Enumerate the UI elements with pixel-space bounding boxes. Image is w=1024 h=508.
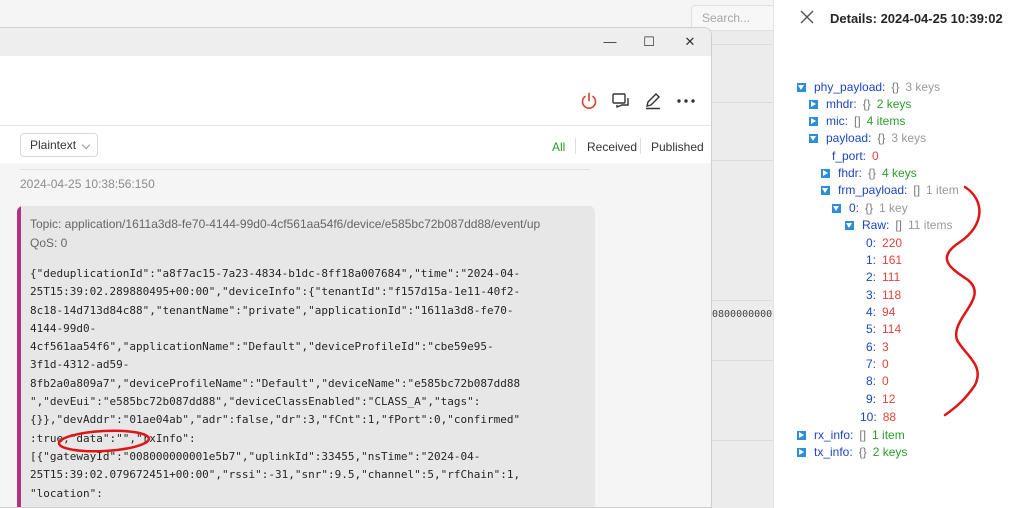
tree-node-key: 8: bbox=[866, 374, 877, 388]
tree-node-value: 94 bbox=[882, 305, 896, 319]
tree-node-count: 3 keys bbox=[891, 131, 927, 145]
tree-node-key: 3: bbox=[866, 288, 877, 302]
tree-node-key: 9: bbox=[866, 392, 877, 406]
tree-node[interactable]: mic: [] 4 items bbox=[809, 114, 905, 128]
tree-node: 0: 220 bbox=[866, 236, 902, 250]
tree-node[interactable]: phy_payload: {} 3 keys bbox=[797, 80, 940, 94]
tree-node-value: 0 bbox=[872, 149, 879, 163]
tree-node-value: 118 bbox=[882, 288, 902, 302]
tree-node: 10: 88 bbox=[860, 410, 896, 424]
tree-node-key: payload: bbox=[826, 131, 872, 145]
tree-node: 9: 12 bbox=[866, 392, 895, 406]
tree-node-value: 220 bbox=[882, 236, 903, 250]
tree-node-brace: {} bbox=[868, 166, 877, 180]
tree-node-key: 7: bbox=[866, 357, 877, 371]
tree-node-value: 88 bbox=[882, 410, 897, 424]
collapse-icon[interactable] bbox=[832, 204, 841, 213]
tree-node-key: frm_payload: bbox=[838, 183, 908, 197]
tree-node-key: 2: bbox=[866, 270, 877, 284]
expand-icon[interactable] bbox=[797, 448, 806, 457]
tree-node: 4: 94 bbox=[866, 305, 895, 319]
tree-node-brace: [] bbox=[854, 114, 861, 128]
tree-node-count: 2 keys bbox=[872, 445, 908, 459]
tree-node[interactable]: fhdr: {} 4 keys bbox=[821, 166, 917, 180]
tree-node[interactable]: tx_info: {} 2 keys bbox=[797, 445, 907, 459]
tree-node-brace: {} bbox=[858, 445, 867, 459]
tree-node-brace: [] bbox=[895, 218, 903, 232]
tree-node-key: fhdr: bbox=[838, 166, 863, 180]
tree-node-key: phy_payload: bbox=[814, 80, 886, 94]
tree-node[interactable]: mhdr: {} 2 keys bbox=[809, 97, 911, 111]
tree-node-key: Raw: bbox=[862, 218, 890, 232]
tree-node-key: mhdr: bbox=[826, 97, 857, 111]
expand-icon[interactable] bbox=[797, 431, 806, 440]
tree-node-value: 12 bbox=[882, 392, 896, 406]
tree-node-value: 111 bbox=[882, 270, 901, 284]
expand-icon[interactable] bbox=[821, 169, 830, 178]
tree-node-count: 3 keys bbox=[905, 80, 941, 94]
tree-node: 7: 0 bbox=[866, 357, 889, 371]
tree-node-key: 4: bbox=[866, 305, 877, 319]
tree-node-key: f_port: bbox=[832, 149, 867, 163]
collapse-icon[interactable] bbox=[797, 83, 806, 92]
tree-node-value: 0 bbox=[882, 374, 889, 388]
collapse-icon[interactable] bbox=[821, 186, 830, 195]
expand-icon[interactable] bbox=[809, 117, 818, 126]
tree-node[interactable]: rx_info: [] 1 item bbox=[797, 428, 905, 442]
tree-node-brace: {} bbox=[877, 131, 886, 145]
tree-node-count: 4 keys bbox=[882, 166, 917, 180]
tree-node[interactable]: payload: {} 3 keys bbox=[809, 131, 926, 145]
tree-node: 8: 0 bbox=[866, 374, 889, 388]
tree-node[interactable]: frm_payload: [] 1 item bbox=[821, 183, 959, 197]
tree-node: 3: 118 bbox=[866, 288, 901, 302]
collapse-icon[interactable] bbox=[809, 134, 818, 143]
tree-node-value: 161 bbox=[882, 253, 903, 267]
tree-node-value: 0 bbox=[882, 357, 889, 371]
tree-node: 1: 161 bbox=[866, 253, 902, 267]
collapse-icon[interactable] bbox=[845, 221, 854, 230]
tree-node-key: 5: bbox=[866, 322, 877, 336]
tree-node-brace: {} bbox=[891, 80, 900, 94]
tree-node-key: tx_info: bbox=[814, 445, 853, 459]
json-tree: phy_payload: {} 3 keys mhdr: {} 2 keys mic: [] 4… bbox=[0, 0, 1024, 508]
tree-node-key: 0: bbox=[849, 201, 860, 215]
tree-node-key: rx_info: bbox=[814, 428, 854, 442]
tree-node-key: mic: bbox=[826, 114, 848, 128]
tree-node: 2: 111 bbox=[866, 270, 900, 284]
tree-node-brace: {} bbox=[862, 97, 871, 111]
tree-node-key: 1: bbox=[866, 253, 877, 267]
tree-node: 6: 3 bbox=[866, 340, 889, 354]
tree-node-count: 4 items bbox=[866, 114, 906, 128]
tree-node-brace: [] bbox=[859, 428, 867, 442]
tree-node-count: 2 keys bbox=[876, 97, 912, 111]
tree-node-count: 1 key bbox=[879, 201, 908, 215]
tree-node: 5: 114 bbox=[866, 322, 901, 336]
tree-node-value: 3 bbox=[882, 340, 889, 354]
tree-node-brace: {} bbox=[865, 201, 874, 215]
expand-icon[interactable] bbox=[809, 100, 818, 109]
tree-node[interactable]: 0: {} 1 key bbox=[832, 201, 908, 215]
tree-node-count: 1 item bbox=[926, 183, 959, 197]
tree-node-value: 114 bbox=[882, 322, 902, 336]
tree-node-key: 10: bbox=[860, 410, 877, 424]
tree-node[interactable]: Raw: [] 11 items bbox=[845, 218, 952, 232]
tree-node: f_port: 0 bbox=[832, 149, 879, 163]
tree-node-key: 0: bbox=[866, 236, 877, 250]
tree-node-key: 6: bbox=[866, 340, 877, 354]
tree-node-count: 1 item bbox=[872, 428, 905, 442]
tree-node-count: 11 items bbox=[908, 218, 953, 232]
tree-node-brace: [] bbox=[913, 183, 921, 197]
